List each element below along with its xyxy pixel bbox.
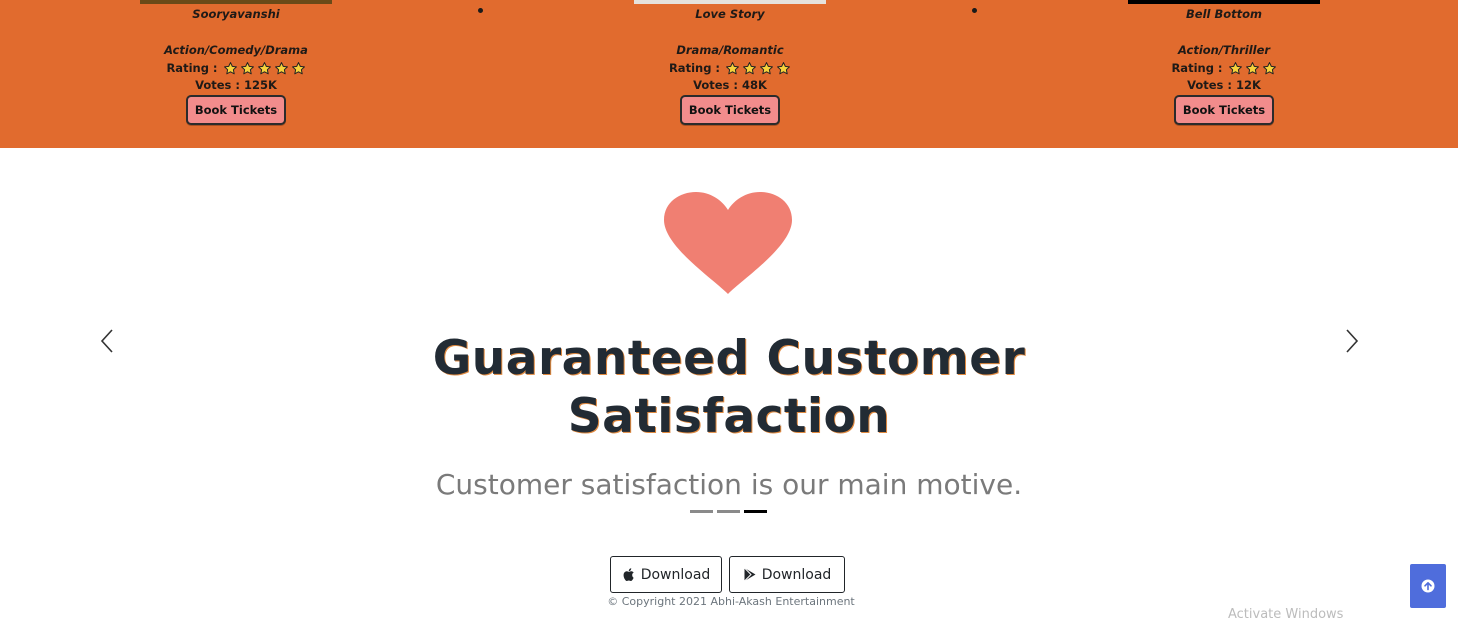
movie-rating: Rating : <box>1104 60 1344 76</box>
carousel-indicator[interactable] <box>717 510 740 513</box>
copyright-label: © Copyright 2021 Abhi-Akash Entertainmen… <box>607 595 855 608</box>
movie-poster[interactable] <box>634 0 826 4</box>
star-icon <box>760 61 773 74</box>
movie-rating: Rating : <box>116 60 356 76</box>
star-icon <box>223 61 237 74</box>
rating-label: Rating : <box>1171 61 1223 75</box>
play-store-download-button[interactable]: Download <box>729 556 845 593</box>
rating-label: Rating : <box>668 61 721 75</box>
movie-rating: Rating : <box>610 60 850 76</box>
carousel-heading-line1: Guaranteed Customer <box>432 331 1026 386</box>
star-icon <box>1262 61 1276 74</box>
apple-download-label: Download <box>640 566 711 583</box>
carousel-prev-arrow[interactable] <box>98 328 118 354</box>
movie-card: Bell Bottom Action/Thriller Rating : Vot… <box>1104 0 1344 125</box>
movie-title: Sooryavanshi <box>192 7 280 21</box>
movie-votes: Votes : 48K <box>693 78 767 92</box>
movie-title: Bell Bottom <box>1186 7 1262 21</box>
star-icon <box>777 61 790 74</box>
apple-download-button[interactable]: Download <box>610 556 722 593</box>
star-icon <box>257 61 271 74</box>
features-carousel: Guaranteed Customer Satisfaction Custome… <box>0 148 1458 528</box>
book-tickets-button[interactable]: Book Tickets <box>1173 95 1275 125</box>
star-icon <box>1245 61 1259 74</box>
movies-section: Sooryavanshi Action/Comedy/Drama Rating … <box>0 0 1458 148</box>
separator-dot <box>478 8 483 13</box>
movie-title: Love Story <box>695 7 765 21</box>
movie-poster[interactable] <box>140 0 332 4</box>
rating-stars <box>223 61 306 76</box>
carousel-indicator[interactable] <box>690 510 713 513</box>
movie-votes: Votes : 12K <box>1187 78 1261 92</box>
star-icon <box>726 61 739 74</box>
star-icon <box>274 61 288 74</box>
movie-genre: Drama/Romantic <box>676 43 784 57</box>
movie-genre: Action/Comedy/Drama <box>164 43 308 57</box>
play-download-label: Download <box>761 566 832 583</box>
carousel-indicator-active[interactable] <box>744 510 767 513</box>
carousel-heading-line2: Satisfaction <box>567 389 891 444</box>
movie-card: Sooryavanshi Action/Comedy/Drama Rating … <box>116 0 356 125</box>
book-tickets-button[interactable]: Book Tickets <box>679 95 781 125</box>
rating-label: Rating : <box>166 61 218 75</box>
star-icon <box>240 61 254 74</box>
scroll-to-top-button[interactable] <box>1410 564 1446 608</box>
play-store-icon <box>743 567 756 582</box>
carousel-next-arrow[interactable] <box>1341 328 1361 354</box>
carousel-subtitle: Customer satisfaction is our main motive… <box>435 468 1023 501</box>
star-icon <box>291 61 305 74</box>
movie-votes: Votes : 125K <box>195 78 277 92</box>
carousel-indicators <box>690 510 767 513</box>
star-icon <box>1228 61 1242 74</box>
heart-icon <box>664 192 792 294</box>
movie-card: Love Story Drama/Romantic Rating : Votes… <box>610 0 850 125</box>
arrow-up-circle-icon <box>1421 579 1435 593</box>
activate-windows-watermark: Activate Windows <box>1228 607 1344 622</box>
rating-stars <box>725 61 791 76</box>
movie-poster[interactable] <box>1128 0 1320 4</box>
star-icon <box>743 61 756 74</box>
separator-dot <box>972 8 977 13</box>
apple-icon <box>623 568 634 581</box>
carousel-heading: Guaranteed Customer Satisfaction <box>329 330 1129 446</box>
movie-genre: Action/Thriller <box>1177 43 1271 57</box>
rating-stars <box>1228 61 1277 76</box>
book-tickets-button[interactable]: Book Tickets <box>185 95 287 125</box>
